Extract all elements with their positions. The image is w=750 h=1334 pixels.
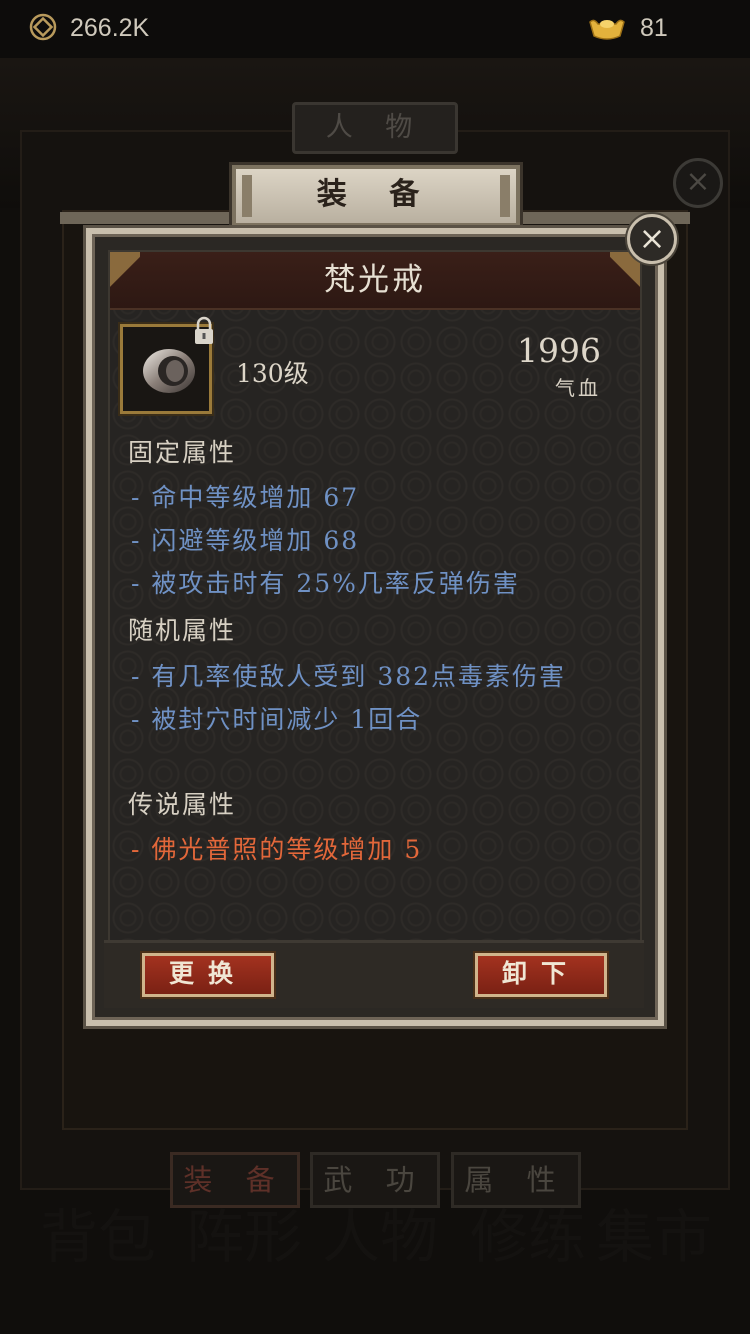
- fixed-attribute: - 闪避等级增加 68: [131, 526, 360, 555]
- lock-icon[interactable]: [192, 316, 216, 346]
- item-name: 梵光戒: [324, 262, 426, 298]
- gold-ingot-icon: [589, 19, 625, 40]
- equipment-header: 装 备: [232, 165, 520, 227]
- nav-training[interactable]: 修练: [470, 1190, 586, 1274]
- item-level: 130级: [236, 359, 309, 388]
- equipment-header-label: 装 备: [316, 177, 436, 212]
- coin-icon: [29, 13, 57, 41]
- ingot-balance: 81: [640, 14, 668, 42]
- nav-formation[interactable]: 阵形: [186, 1190, 302, 1274]
- corner-ornament-right: [610, 252, 640, 308]
- fixed-attribute: - 被攻击时有 25%几率反弹伤害: [131, 569, 520, 598]
- fixed-attributes-title: 固定属性: [128, 438, 237, 467]
- background-close-icon[interactable]: ×: [673, 158, 723, 208]
- nav-market[interactable]: 集市: [596, 1190, 712, 1274]
- dialog-title-bar: 梵光戒: [110, 252, 640, 310]
- ring-icon: [143, 349, 195, 393]
- legendary-attributes-title: 传说属性: [128, 790, 237, 819]
- random-attribute: - 有几率使敌人受到 382点毒素伤害: [131, 662, 567, 691]
- corner-ornament-left: [110, 252, 140, 308]
- nav-bag[interactable]: 背包: [40, 1190, 156, 1274]
- legendary-attribute: - 佛光普照的等级增加 5: [131, 835, 423, 864]
- random-attribute: - 被封穴时间减少 1回合: [131, 705, 423, 734]
- scroll-right-ornament: [500, 175, 510, 217]
- swap-button[interactable]: 更换: [142, 953, 274, 997]
- scroll-left-ornament: [242, 175, 252, 217]
- nav-character[interactable]: 人物: [322, 1190, 438, 1274]
- unequip-button[interactable]: 卸下: [475, 953, 607, 997]
- fixed-attribute: - 命中等级增加 67: [131, 483, 360, 512]
- coin-balance: 266.2K: [70, 14, 150, 42]
- currency-bar: 266.2K 81: [0, 0, 750, 58]
- random-attributes-title: 随机属性: [128, 616, 237, 645]
- background-panel-title: 人 物: [292, 102, 458, 154]
- close-icon[interactable]: ×: [627, 214, 677, 264]
- item-main-stat-label: 气血: [555, 376, 601, 400]
- item-main-stat-value: 1996: [517, 331, 601, 370]
